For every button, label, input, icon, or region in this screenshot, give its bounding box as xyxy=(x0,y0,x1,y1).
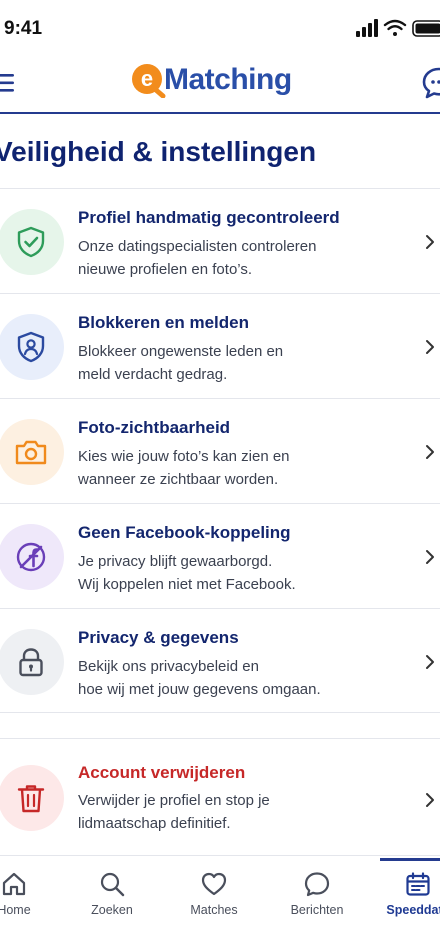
home-icon xyxy=(2,872,26,896)
desc-line: lidmaatschap definitief. xyxy=(78,815,231,832)
logo-text: Matching xyxy=(164,63,292,96)
page-title: Veiligheid & instellingen xyxy=(0,136,317,167)
desc-line: Wij koppelen niet met Facebook. xyxy=(78,576,296,593)
status-bar: 9:41 xyxy=(0,0,440,52)
item-title: Privacy & gegevens xyxy=(78,628,239,647)
desc-line: meld verdacht gedrag. xyxy=(78,366,228,383)
desc-line: nieuwe profielen en foto’s. xyxy=(78,261,253,278)
wifi-icon xyxy=(383,19,407,36)
chevron-right-icon xyxy=(426,550,434,564)
desc-line: Blokkeer ongewenste leden en xyxy=(78,343,284,360)
shield-check-icon xyxy=(17,226,45,258)
list-item-delete-account[interactable]: Account verwijderen Verwijder je profiel… xyxy=(0,738,440,856)
no-facebook-icon xyxy=(16,542,46,572)
chat-icon[interactable] xyxy=(422,66,440,100)
icon-circle xyxy=(0,524,64,590)
tab-label: Speeddate xyxy=(386,903,440,917)
item-description: Verwijder je profiel en stop je lidmaats… xyxy=(78,789,378,835)
logo-letter: e xyxy=(141,66,153,91)
list-item-privacy[interactable]: Privacy & gegevens Bekijk ons privacybel… xyxy=(0,608,440,713)
tab-label: Matches xyxy=(190,903,238,917)
list-item-profile-verified[interactable]: Profiel handmatig gecontroleerd Onze dat… xyxy=(0,188,440,293)
chat-bubble-icon xyxy=(304,872,330,897)
menu-icon[interactable] xyxy=(0,72,14,94)
app-logo: e Matching xyxy=(130,58,292,102)
chevron-right-icon xyxy=(426,235,434,249)
settings-list: Profiel handmatig gecontroleerd Onze dat… xyxy=(0,188,440,713)
battery-icon xyxy=(412,20,440,37)
heart-icon xyxy=(201,872,227,896)
tab-label: Berichten xyxy=(290,903,344,917)
status-time: 9:41 xyxy=(4,18,43,39)
list-item-block-report[interactable]: Blokkeren en melden Blokkeer ongewenste … xyxy=(0,293,440,398)
desc-line: Kies wie jouw foto’s kan zien en xyxy=(78,448,290,465)
chevron-right-icon xyxy=(426,655,434,669)
tab-speeddate[interactable]: Speeddate xyxy=(378,870,440,917)
desc-line: Onze datingspecialisten controleren xyxy=(78,238,317,255)
active-tab-indicator xyxy=(380,858,440,861)
search-icon xyxy=(100,872,125,897)
signal-icon xyxy=(356,19,378,37)
tab-matches[interactable]: Matches xyxy=(174,870,254,917)
chevron-right-icon xyxy=(426,340,434,354)
desc-line: Bekijk ons privacybeleid en xyxy=(78,658,259,675)
logo-mark: e xyxy=(132,64,166,98)
item-title: Geen Facebook-koppeling xyxy=(78,523,291,542)
trash-icon xyxy=(17,785,45,813)
tab-label: Home xyxy=(0,903,31,917)
item-title: Foto-zichtbaarheid xyxy=(78,418,231,437)
desc-line: wanneer ze zichtbaar worden. xyxy=(78,471,279,488)
item-title: Profiel handmatig gecontroleerd xyxy=(78,208,340,227)
list-item-photo-visibility[interactable]: Foto-zichtbaarheid Kies wie jouw foto’s … xyxy=(0,398,440,503)
item-title: Blokkeren en melden xyxy=(78,313,250,332)
list-item-no-facebook[interactable]: Geen Facebook-koppeling Je privacy blijf… xyxy=(0,503,440,608)
icon-circle xyxy=(0,314,64,380)
tab-home[interactable]: Home xyxy=(0,870,54,917)
icon-circle xyxy=(0,765,64,831)
chevron-right-icon xyxy=(426,445,434,459)
tab-search[interactable]: Zoeken xyxy=(72,870,152,917)
app-header: e Matching xyxy=(0,52,440,114)
desc-line: Je privacy blijft gewaarborgd. xyxy=(78,553,273,570)
item-description: Bekijk ons privacybeleid en hoe wij met … xyxy=(78,655,378,701)
desc-line: Verwijder je profiel en stop je xyxy=(78,792,270,809)
item-description: Je privacy blijft gewaarborgd. Wij koppe… xyxy=(78,550,378,596)
chevron-right-icon xyxy=(426,793,434,807)
item-description: Onze datingspecialisten controleren nieu… xyxy=(78,235,378,281)
lock-icon xyxy=(19,648,43,677)
icon-circle xyxy=(0,209,64,275)
item-title: Account verwijderen xyxy=(78,763,246,782)
bottom-tab-bar: Home Zoeken Matches Berichten Speeddate xyxy=(0,858,440,951)
tab-label: Zoeken xyxy=(91,903,133,917)
icon-circle xyxy=(0,629,64,695)
calendar-icon xyxy=(406,872,430,896)
camera-icon xyxy=(15,440,47,465)
status-icons xyxy=(356,19,440,37)
desc-line: hoe wij met jouw gegevens omgaan. xyxy=(78,681,321,698)
item-description: Blokkeer ongewenste leden en meld verdac… xyxy=(78,340,378,386)
icon-circle xyxy=(0,419,64,485)
tab-messages[interactable]: Berichten xyxy=(277,870,357,917)
shield-user-icon xyxy=(17,331,45,363)
item-description: Kies wie jouw foto’s kan zien en wanneer… xyxy=(78,445,378,491)
